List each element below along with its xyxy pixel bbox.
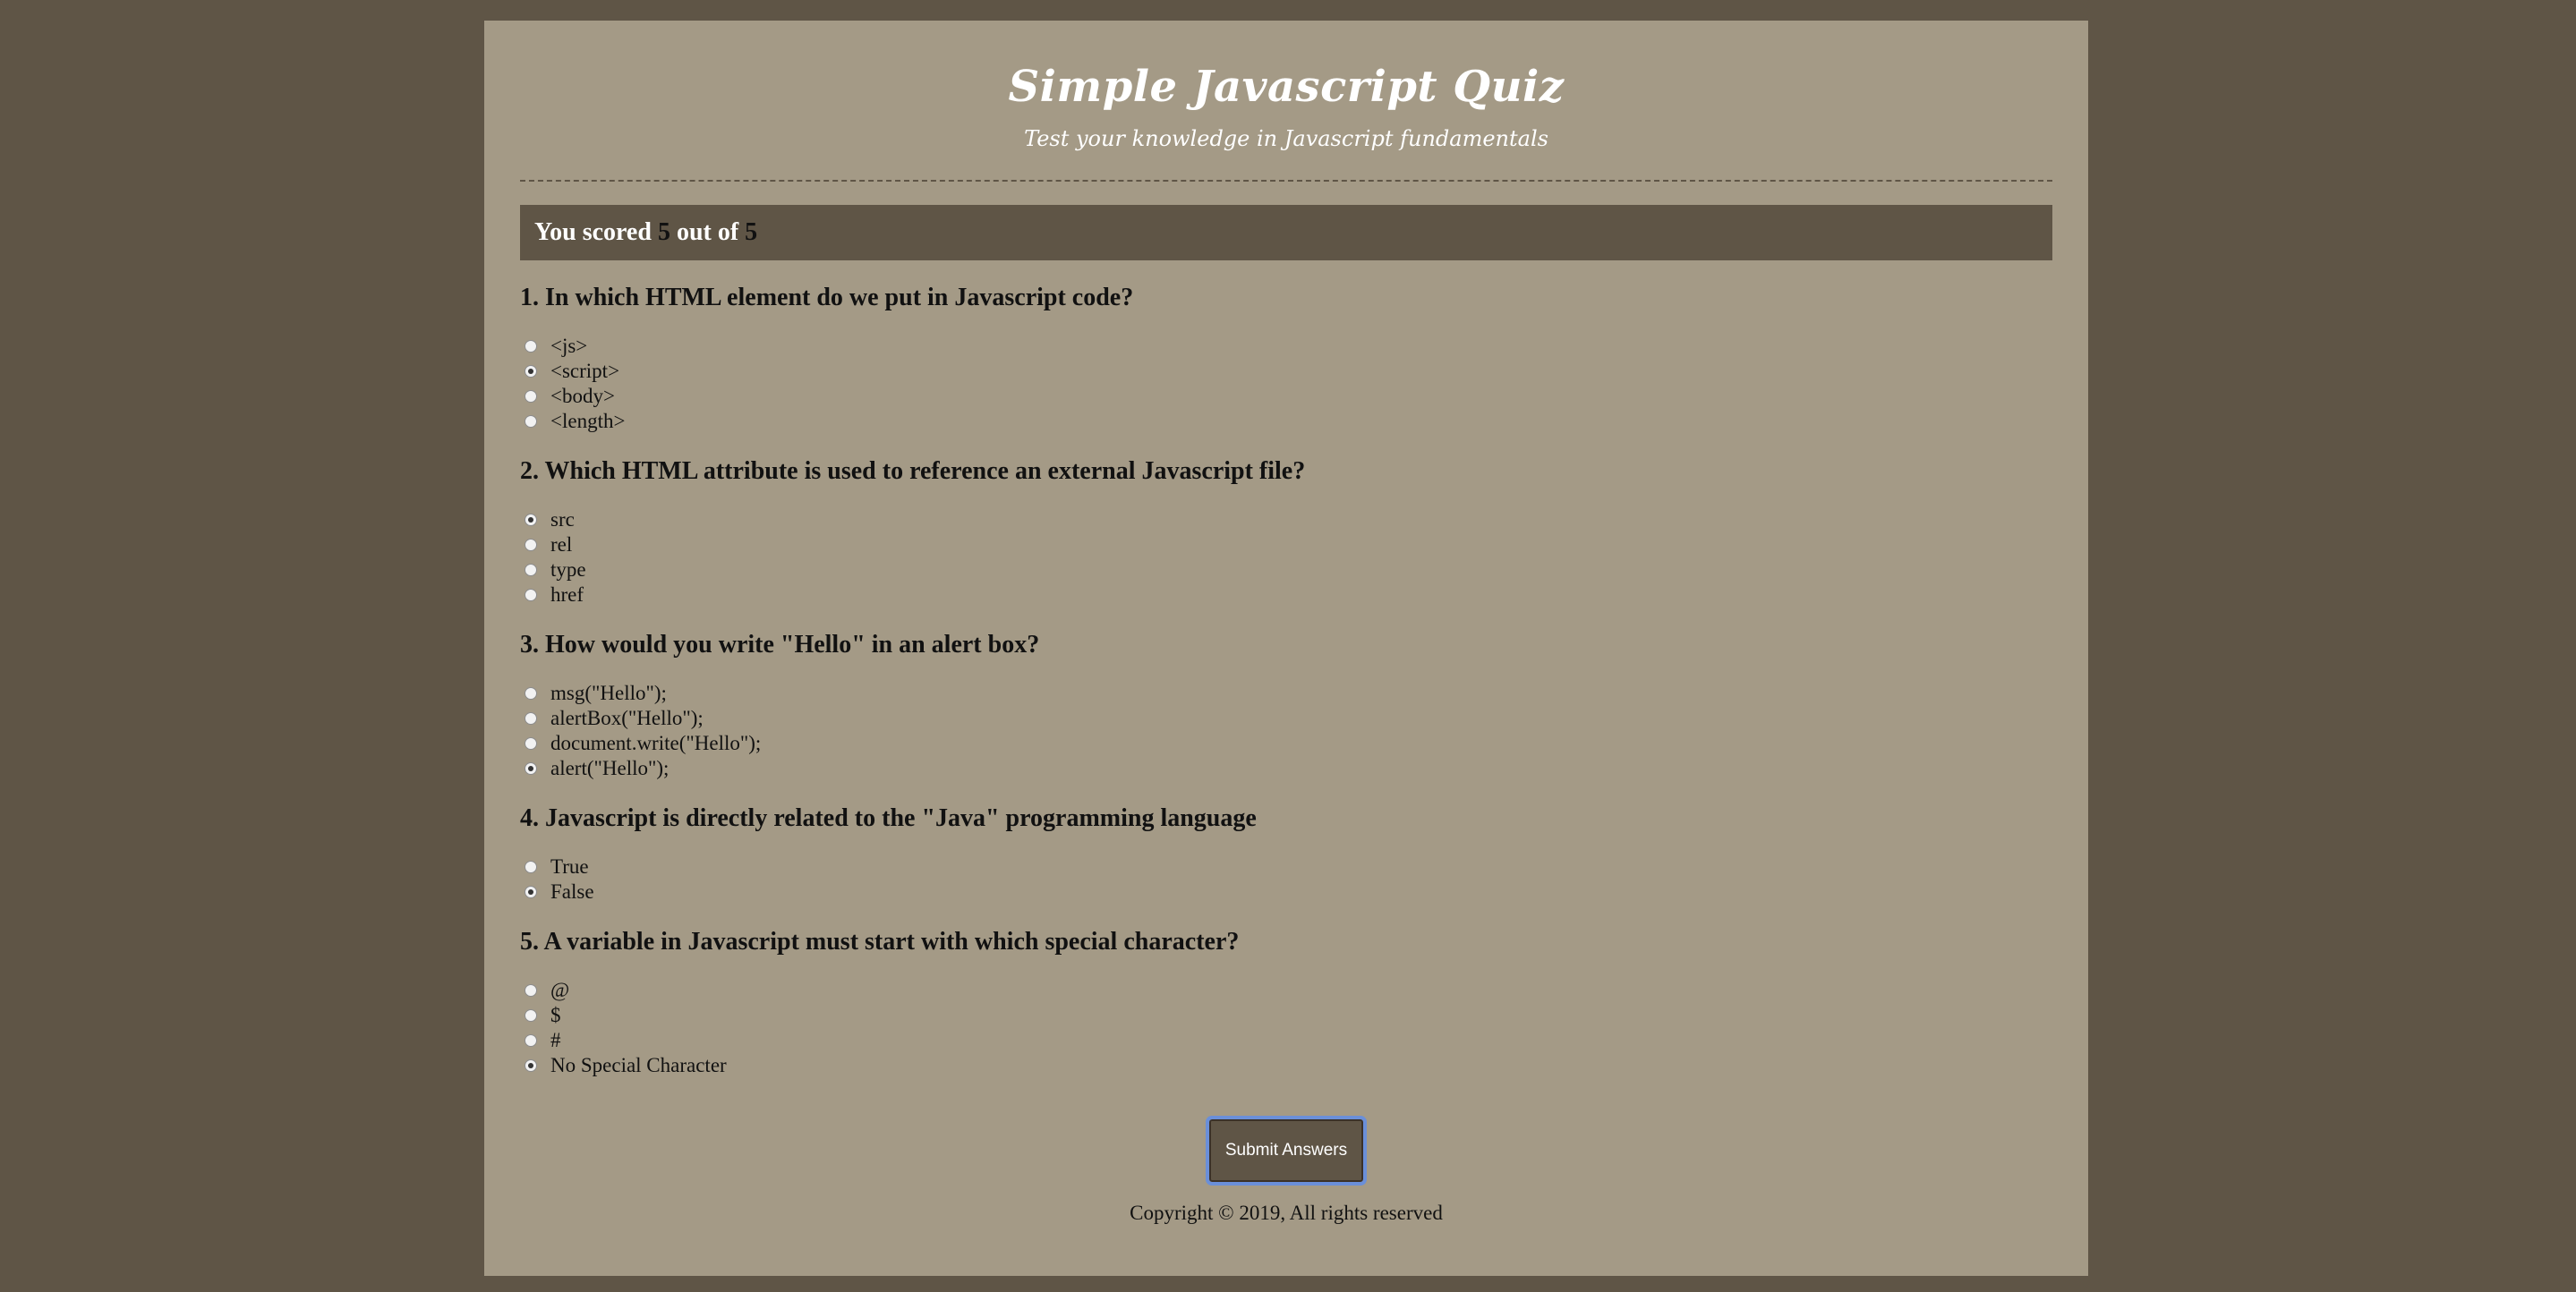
radio-button[interactable] bbox=[525, 589, 537, 601]
radio-button[interactable] bbox=[525, 861, 537, 873]
radio-button[interactable] bbox=[525, 1009, 537, 1022]
score-value: 5 bbox=[657, 218, 670, 246]
questions-list: 1. In which HTML element do we put in Ja… bbox=[520, 282, 2052, 1078]
answer-label: <body> bbox=[550, 385, 615, 407]
answer-label: No Special Character bbox=[550, 1054, 727, 1076]
question-text: 4. Javascript is directly related to the… bbox=[520, 804, 1257, 832]
answer-option[interactable]: type bbox=[520, 557, 2052, 582]
radio-button[interactable] bbox=[525, 340, 537, 353]
answer-option[interactable]: # bbox=[520, 1028, 2052, 1053]
quiz-container: Simple Javascript Quiz Test your knowled… bbox=[484, 21, 2088, 1276]
answer-option[interactable]: <js> bbox=[520, 334, 2052, 359]
radio-button[interactable] bbox=[525, 886, 537, 898]
answer-options: @ $ # No Special Character bbox=[520, 978, 2052, 1078]
answer-label: document.write("Hello"); bbox=[550, 732, 762, 754]
score-total: 5 bbox=[745, 218, 758, 246]
answer-option[interactable]: <script> bbox=[520, 359, 2052, 384]
radio-button[interactable] bbox=[525, 712, 537, 725]
answer-label: # bbox=[550, 1029, 561, 1051]
question-text: 5. A variable in Javascript must start w… bbox=[520, 928, 1240, 956]
answer-option[interactable]: rel bbox=[520, 532, 2052, 557]
question-block: 2. Which HTML attribute is used to refer… bbox=[520, 455, 2052, 608]
answer-option[interactable]: src bbox=[520, 507, 2052, 532]
answer-option[interactable]: msg("Hello"); bbox=[520, 681, 2052, 706]
radio-button[interactable] bbox=[525, 415, 537, 428]
answer-option[interactable]: No Special Character bbox=[520, 1053, 2052, 1078]
radio-button[interactable] bbox=[525, 514, 537, 526]
answer-label: alert("Hello"); bbox=[550, 757, 670, 779]
question-block: 1. In which HTML element do we put in Ja… bbox=[520, 282, 2052, 434]
question-text: 3. How would you write "Hello" in an ale… bbox=[520, 631, 1040, 659]
question-block: 5. A variable in Javascript must start w… bbox=[520, 926, 2052, 1078]
answer-label: href bbox=[550, 583, 584, 606]
answer-option[interactable]: False bbox=[520, 880, 2052, 905]
answer-label: src bbox=[550, 508, 575, 531]
answer-option[interactable]: <length> bbox=[520, 409, 2052, 434]
score-middle: out of bbox=[676, 218, 739, 246]
radio-button[interactable] bbox=[525, 687, 537, 700]
answer-label: <length> bbox=[550, 410, 626, 432]
answer-option[interactable]: alert("Hello"); bbox=[520, 756, 2052, 781]
question-block: 3. How would you write "Hello" in an ale… bbox=[520, 629, 2052, 781]
answer-label: False bbox=[550, 880, 594, 903]
question-text: 2. Which HTML attribute is used to refer… bbox=[520, 457, 1306, 485]
header-divider bbox=[520, 180, 2052, 182]
radio-button[interactable] bbox=[525, 1034, 537, 1047]
copyright-footer: Copyright © 2019, All rights reserved bbox=[1130, 1202, 1443, 1224]
answer-label: type bbox=[550, 558, 586, 581]
answer-option[interactable]: True bbox=[520, 854, 2052, 880]
answer-option[interactable]: <body> bbox=[520, 384, 2052, 409]
answer-label: rel bbox=[550, 533, 573, 556]
answer-label: $ bbox=[550, 1004, 561, 1026]
submit-answers-button[interactable]: Submit Answers bbox=[1205, 1116, 1368, 1186]
radio-button[interactable] bbox=[525, 762, 537, 775]
answer-label: alertBox("Hello"); bbox=[550, 707, 704, 729]
submit-area: Submit Answers bbox=[520, 1116, 2052, 1186]
radio-button[interactable] bbox=[525, 737, 537, 750]
answer-options: <js> <script> <body> <length> bbox=[520, 334, 2052, 434]
radio-button[interactable] bbox=[525, 1059, 537, 1072]
answer-option[interactable]: $ bbox=[520, 1003, 2052, 1028]
answer-options: src rel type href bbox=[520, 507, 2052, 608]
answer-option[interactable]: document.write("Hello"); bbox=[520, 731, 2052, 756]
radio-button[interactable] bbox=[525, 390, 537, 403]
answer-options: msg("Hello"); alertBox("Hello"); document.… bbox=[520, 681, 2052, 781]
score-prefix: You scored bbox=[534, 218, 652, 246]
radio-button[interactable] bbox=[525, 564, 537, 576]
radio-button[interactable] bbox=[525, 365, 537, 378]
answer-label: <js> bbox=[550, 335, 588, 357]
answer-label: <script> bbox=[550, 360, 620, 382]
page-title: Simple Javascript Quiz bbox=[1008, 62, 1565, 112]
answer-options: True False bbox=[520, 854, 2052, 905]
page-subtitle: Test your knowledge in Javascript fundam… bbox=[1024, 126, 1548, 151]
answer-option[interactable]: href bbox=[520, 582, 2052, 608]
radio-button[interactable] bbox=[525, 539, 537, 551]
question-block: 4. Javascript is directly related to the… bbox=[520, 803, 2052, 905]
answer-option[interactable]: @ bbox=[520, 978, 2052, 1003]
answer-label: @ bbox=[550, 979, 570, 1001]
question-text: 1. In which HTML element do we put in Ja… bbox=[520, 284, 1134, 311]
answer-label: msg("Hello"); bbox=[550, 682, 667, 704]
score-banner: You scored 5 out of 5 bbox=[520, 205, 2052, 260]
answer-label: True bbox=[550, 855, 589, 878]
radio-button[interactable] bbox=[525, 984, 537, 997]
answer-option[interactable]: alertBox("Hello"); bbox=[520, 706, 2052, 731]
